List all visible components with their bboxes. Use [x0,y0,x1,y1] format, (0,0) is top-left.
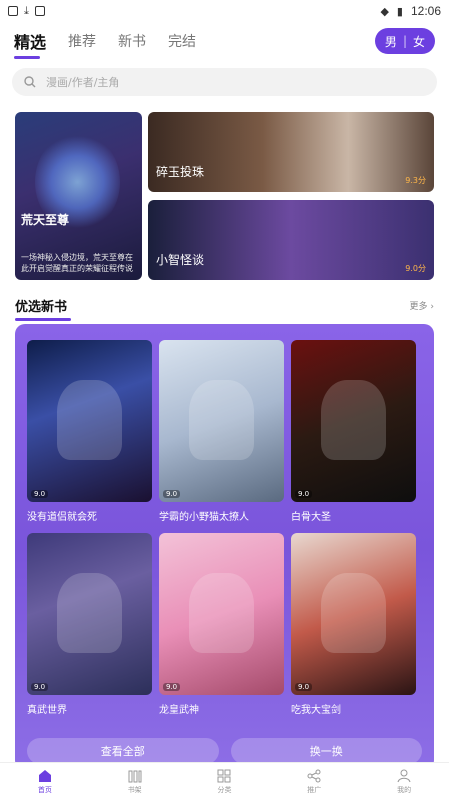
banner-title: 碎玉投珠 [156,165,205,179]
usb-debug-icon [8,6,18,16]
book-cover[interactable]: 9.0 [159,340,284,502]
banner-featured-large[interactable]: 荒天至尊 一场神秘入侵边境，荒天至尊在此开启觉醒真正的荣耀征程传说 [15,112,142,280]
book-grid: 9.0 没有道侣就会死 9.0 学霸的小野猫太撩人 9.0 白骨大圣 9.0 真… [27,340,416,716]
book-cover[interactable]: 9.0 [291,340,416,502]
share-icon [307,769,321,782]
tab-recommend[interactable]: 推荐 [68,31,96,51]
status-time: 12:06 [410,4,441,18]
search-bar[interactable] [12,68,437,96]
book-card[interactable]: 9.0 真武世界 [27,533,152,716]
book-card[interactable]: 9.0 没有道侣就会死 [27,340,152,523]
book-score-badge: 9.0 [295,490,313,498]
nav-label: 分类 [217,785,232,794]
banner-title: 小智怪谈 [156,253,205,267]
new-books-panel: 9.0 没有道侣就会死 9.0 学霸的小野猫太撩人 9.0 白骨大圣 9.0 真… [15,324,434,770]
book-title[interactable]: 学霸的小野猫太撩人 [159,508,284,523]
banner-description: 一场神秘入侵边境，荒天至尊在此开启觉醒真正的荣耀征程传说 [21,253,133,273]
book-score-badge: 9.0 [31,683,49,691]
gender-separator: | [402,34,407,48]
search-input[interactable] [46,75,386,89]
cover-figure [189,573,254,653]
view-all-button[interactable]: 查看全部 [27,738,219,764]
nav-profile[interactable]: 我的 [359,763,449,800]
cover-figure [189,380,254,460]
wifi-icon: ◆ [380,4,389,18]
search-icon [24,76,36,88]
banner-score: 9.0分 [405,264,426,273]
book-cover[interactable]: 9.0 [27,340,152,502]
download-icon: ⤓ [24,4,29,17]
home-icon [38,769,51,782]
nav-home[interactable]: 首页 [0,763,90,800]
cover-figure [321,380,386,460]
book-score-badge: 9.0 [295,683,313,691]
status-bar: ⤓ ◆ ▮ 12:06 [0,0,449,22]
notification-icon [34,6,45,16]
tab-new-books[interactable]: 新书 [118,31,146,51]
nav-promote[interactable]: 推广 [269,763,359,800]
book-title[interactable]: 真武世界 [27,701,152,716]
nav-label: 我的 [397,785,412,794]
tab-featured[interactable]: 精选 [14,29,46,59]
tab-completed[interactable]: 完结 [168,31,196,51]
gender-female[interactable]: 女 [413,33,425,50]
cover-figure [321,573,386,653]
nav-bookshelf[interactable]: 书架 [90,763,180,800]
book-title[interactable]: 吃我大宝剑 [291,701,416,716]
nav-label: 推广 [307,785,322,794]
gender-male[interactable]: 男 [385,33,397,50]
more-link[interactable]: 更多 › [410,299,434,312]
cover-figure [57,380,122,460]
book-card[interactable]: 9.0 龙皇武神 [159,533,284,716]
book-title[interactable]: 没有道侣就会死 [27,508,152,523]
banner-card-1[interactable]: 碎玉投珠 9.3分 [148,112,434,192]
book-score-badge: 9.0 [163,490,181,498]
book-title[interactable]: 龙皇武神 [159,701,284,716]
banner-score: 9.3分 [405,176,426,185]
book-cover[interactable]: 9.0 [159,533,284,695]
panel-actions: 查看全部 换一换 [27,738,422,764]
gender-toggle[interactable]: 男 | 女 [374,28,435,54]
book-cover[interactable]: 9.0 [291,533,416,695]
category-icon [217,769,231,782]
banner-card-2[interactable]: 小智怪谈 9.0分 [148,200,434,280]
battery-icon: ▮ [396,4,403,18]
bookshelf-icon [128,770,142,782]
book-card[interactable]: 9.0 白骨大圣 [291,340,416,523]
book-cover[interactable]: 9.0 [27,533,152,695]
refresh-button[interactable]: 换一换 [230,738,422,764]
book-card[interactable]: 9.0 学霸的小野猫太撩人 [159,340,284,523]
book-score-badge: 9.0 [31,490,49,498]
top-tabs: 精选 推荐 新书 完结 男 | 女 [0,24,449,59]
book-score-badge: 9.0 [163,683,181,691]
nav-label: 书架 [127,785,142,794]
cover-figure [57,573,122,653]
banner-title: 荒天至尊 [21,213,70,227]
profile-icon [397,769,411,782]
nav-category[interactable]: 分类 [180,763,270,800]
nav-label: 首页 [37,785,52,794]
book-card[interactable]: 9.0 吃我大宝剑 [291,533,416,716]
bottom-nav: 首页 书架 分类 推广 我的 [0,762,449,800]
book-title[interactable]: 白骨大圣 [291,508,416,523]
section-title: 优选新书 [15,296,71,321]
